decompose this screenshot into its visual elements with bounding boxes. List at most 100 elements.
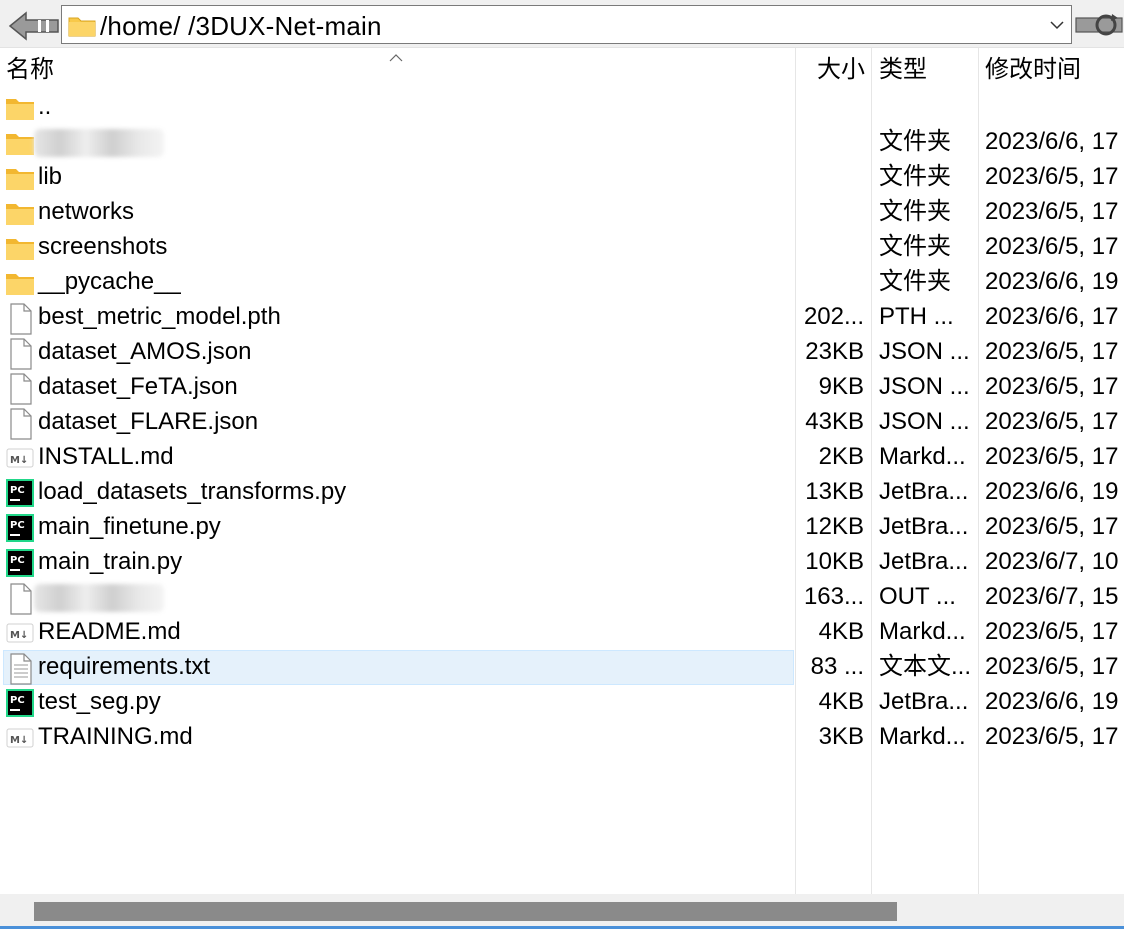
file-type: Markd... [879, 723, 966, 750]
pycharm-icon: PC [5, 688, 35, 718]
file-name: test_seg.py [38, 688, 161, 715]
file-icon [5, 303, 35, 335]
file-icon [5, 583, 35, 615]
column-modified-header[interactable]: 修改时间 [985, 56, 1081, 84]
svg-text:PC: PC [10, 520, 25, 531]
mtime: 2023/6/5, 17 [985, 443, 1119, 470]
mtime: 2023/6/5, 17 [985, 723, 1119, 750]
folder-icon [5, 165, 35, 195]
file-size: 2KB [818, 443, 864, 470]
file-type: JSON ... [879, 338, 970, 365]
file-type: 文件夹 [879, 198, 951, 225]
folder-icon [5, 200, 35, 230]
file-name: INSTALL.md [38, 443, 174, 470]
redacted-name [34, 129, 164, 157]
pycharm-icon: PC [5, 513, 35, 543]
file-row[interactable]: best_metric_model.pth 202... PTH ... 2023/6… [0, 300, 1124, 335]
markdown-icon: M↓ [5, 723, 35, 753]
file-name: lib [38, 163, 63, 190]
file-type: JSON ... [879, 408, 970, 435]
back-button[interactable] [8, 11, 60, 41]
folder-icon [5, 95, 35, 125]
file-row[interactable]: .. [0, 90, 1124, 125]
mtime: 2023/6/6, 19 [985, 478, 1119, 505]
horizontal-scrollbar[interactable] [0, 894, 1124, 929]
mtime: 2023/6/5, 17 [985, 338, 1119, 365]
mtime: 2023/6/6, 17 [985, 128, 1119, 155]
column-type-header[interactable]: 类型 [879, 56, 927, 84]
file-size: 10KB [805, 548, 864, 575]
file-row[interactable]: dataset_FLARE.json 43KB JSON ... 2023/6/5, … [0, 405, 1124, 440]
file-type: JetBra... [879, 478, 969, 505]
file-row[interactable]: M↓ INSTALL.md 2KB Markd... 2023/6/5, 17 [0, 440, 1124, 475]
file-row[interactable]: lib 文件夹 2023/6/5, 17 [0, 160, 1124, 195]
mtime: 2023/6/5, 17 [985, 408, 1119, 435]
file-row[interactable]: 文件夹 2023/6/6, 17 [0, 125, 1124, 160]
file-row[interactable]: 163... OUT ... 2023/6/7, 15 [0, 580, 1124, 615]
file-name: .. [38, 93, 52, 120]
file-size: 13KB [805, 478, 864, 505]
back-arrow-icon [8, 11, 59, 41]
address-toolbar: /home/ /3DUX-Net-main [0, 0, 1124, 48]
file-name: load_datasets_transforms.py [38, 478, 347, 505]
mtime: 2023/6/5, 17 [985, 513, 1119, 540]
mtime: 2023/6/5, 17 [985, 233, 1119, 260]
refresh-button[interactable] [1074, 8, 1124, 42]
file-row[interactable]: dataset_AMOS.json 23KB JSON ... 2023/6/5, 1… [0, 335, 1124, 370]
mtime: 2023/6/5, 17 [985, 373, 1119, 400]
address-path: /home/ /3DUX-Net-main [100, 11, 382, 41]
file-type: Markd... [879, 618, 966, 645]
file-row[interactable]: PC main_train.py 10KB JetBra... 2023/6/7, 10 [0, 545, 1124, 580]
markdown-icon: M↓ [5, 618, 35, 648]
file-row[interactable]: requirements.txt 83 ... 文本文... 2023/6/5, 17 [0, 650, 1124, 685]
file-size: 202... [803, 303, 864, 330]
file-type: JetBra... [879, 548, 969, 575]
svg-text:M↓: M↓ [10, 455, 28, 466]
mtime: 2023/6/5, 17 [985, 198, 1119, 225]
scrollbar-thumb[interactable] [34, 902, 897, 921]
file-row[interactable]: M↓ TRAINING.md 3KB Markd... 2023/6/5, 17 [0, 720, 1124, 755]
folder-icon [5, 270, 35, 300]
file-size: 43KB [805, 408, 864, 435]
file-size: 4KB [818, 688, 864, 715]
file-size: 83 ... [810, 653, 864, 680]
file-row[interactable]: PC main_finetune.py 12KB JetBra... 2023/6/5,… [0, 510, 1124, 545]
mtime: 2023/6/6, 19 [985, 688, 1119, 715]
file-type: JSON ... [879, 373, 970, 400]
file-name: TRAINING.md [38, 723, 193, 750]
file-name: best_metric_model.pth [38, 303, 281, 330]
file-row[interactable]: screenshots 文件夹 2023/6/5, 17 [0, 230, 1124, 265]
mtime: 2023/6/7, 10 [985, 548, 1119, 575]
file-type: 文件夹 [879, 128, 951, 155]
file-name: dataset_FeTA.json [38, 373, 238, 400]
folder-icon [5, 130, 35, 160]
file-name: dataset_AMOS.json [38, 338, 252, 365]
file-name: requirements.txt [38, 653, 211, 680]
sort-ascending-icon [388, 50, 404, 68]
file-row[interactable]: M↓ README.md 4KB Markd... 2023/6/5, 17 [0, 615, 1124, 650]
file-name: __pycache__ [38, 268, 181, 295]
file-icon [5, 408, 35, 440]
mtime: 2023/6/5, 17 [985, 653, 1119, 680]
file-row[interactable]: PC test_seg.py 4KB JetBra... 2023/6/6, 19 [0, 685, 1124, 720]
file-name: dataset_FLARE.json [38, 408, 259, 435]
file-type: 文件夹 [879, 268, 951, 295]
chevron-down-icon[interactable] [1049, 17, 1065, 38]
file-row[interactable]: __pycache__ 文件夹 2023/6/6, 19 [0, 265, 1124, 300]
redacted-name [34, 584, 164, 612]
mtime: 2023/6/5, 17 [985, 618, 1119, 645]
file-type: PTH ... [879, 303, 954, 330]
file-size: 3KB [818, 723, 864, 750]
file-size: 12KB [805, 513, 864, 540]
pycharm-icon: PC [5, 478, 35, 508]
file-row[interactable]: dataset_FeTA.json 9KB JSON ... 2023/6/5, 17 [0, 370, 1124, 405]
svg-text:PC: PC [10, 485, 25, 496]
file-row[interactable]: PC load_datasets_transforms.py 13KB JetBra.… [0, 475, 1124, 510]
svg-text:PC: PC [10, 695, 25, 706]
address-field[interactable]: /home/ /3DUX-Net-main [61, 5, 1072, 44]
column-size-header[interactable]: 大小 [817, 56, 865, 84]
file-row[interactable]: networks 文件夹 2023/6/5, 17 [0, 195, 1124, 230]
file-name: main_finetune.py [38, 513, 221, 540]
column-header: 名称 大小 类型 修改时间 [0, 48, 1124, 90]
column-name-header[interactable]: 名称 [6, 56, 54, 84]
